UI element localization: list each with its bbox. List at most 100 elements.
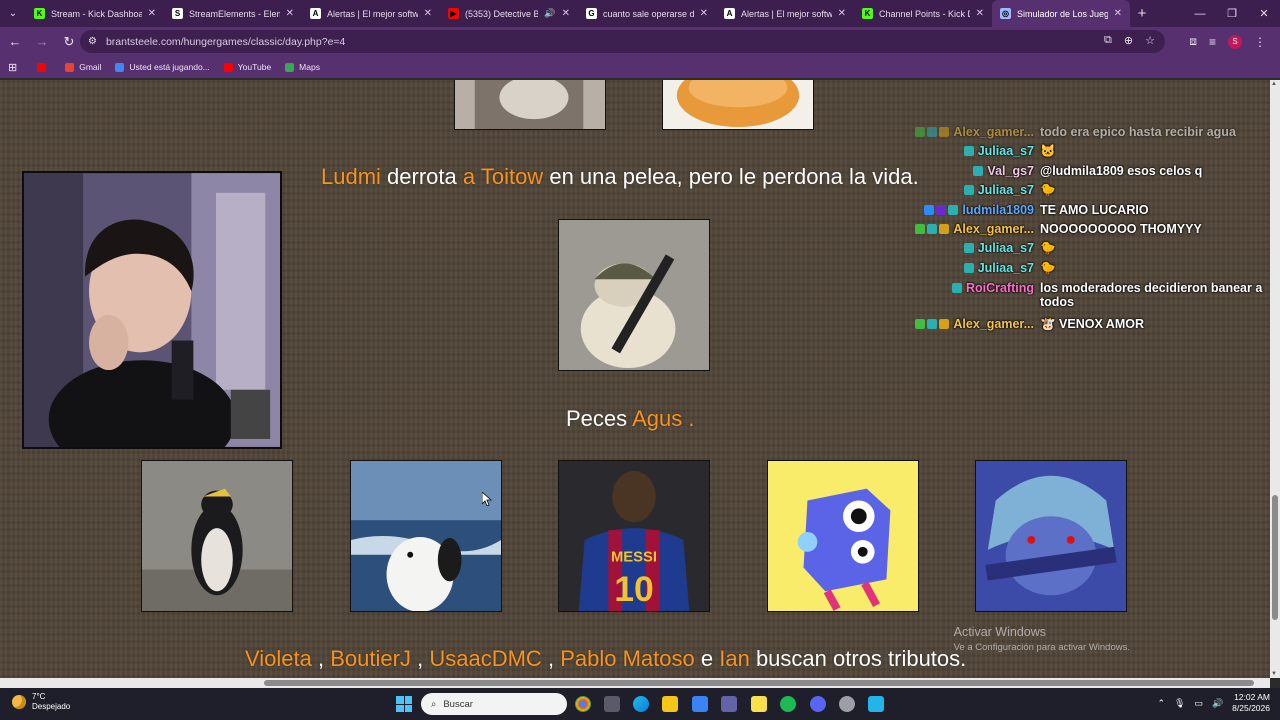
tab-title: (5353) Detective Back — [465, 8, 539, 19]
chrome-icon[interactable] — [575, 696, 591, 712]
chat-badge-icon — [963, 263, 974, 273]
chat-message: Juliaa_s7 🐤 — [900, 261, 1270, 276]
file-explorer-icon[interactable] — [662, 696, 678, 712]
tab-audio-icon[interactable]: 🔊 — [544, 8, 555, 19]
vertical-scroll-thumb[interactable] — [1272, 495, 1278, 620]
vertical-scrollbar[interactable]: ▲ ▼ — [1270, 80, 1280, 678]
horizontal-scroll-thumb[interactable] — [264, 680, 1254, 686]
profile-avatar[interactable]: S — [1228, 34, 1242, 49]
chat-message: Alex_gamer... 🐮 VENOX AMOR — [900, 317, 1270, 332]
tab-favicon-icon: S — [172, 8, 183, 19]
browser-tab[interactable]: ◎ Simulador de Los Juegos ✕ — [992, 0, 1130, 27]
horizontal-scrollbar[interactable] — [0, 678, 1270, 688]
volume-icon[interactable]: 🔊 — [1212, 698, 1223, 709]
restore-icon[interactable]: ❐ — [1216, 0, 1248, 27]
extensions-icon[interactable]: ⧈ — [1189, 34, 1197, 49]
reload-icon[interactable]: ↻ — [57, 30, 81, 54]
browser-tab[interactable]: K Stream - Kick Dashboard ✕ — [26, 0, 164, 27]
tribute-image-pablo-matoso — [767, 460, 919, 612]
chat-badge-icon — [927, 319, 938, 329]
tab-strip: ⌄ K Stream - Kick Dashboard ✕ S StreamElemen… — [0, 0, 1280, 27]
tab-close-icon[interactable]: ✕ — [976, 8, 984, 19]
tribute-image-boutierj — [350, 460, 502, 612]
scroll-up-icon[interactable]: ▲ — [1271, 81, 1277, 87]
chat-username[interactable]: Juliaa_s7 — [978, 144, 1034, 158]
weather-widget[interactable]: 7°C Despejado — [12, 692, 70, 712]
browser-tab[interactable]: K Channel Points - Kick Das ✕ — [854, 0, 992, 27]
network-icon[interactable]: ▭ — [1194, 698, 1203, 709]
tab-close-icon[interactable]: ✕ — [424, 8, 432, 19]
sticky-notes-icon[interactable] — [751, 696, 767, 712]
chat-username[interactable]: Juliaa_s7 — [978, 261, 1034, 275]
chat-username[interactable]: Juliaa_s7 — [978, 183, 1034, 197]
browser-tab[interactable]: ▶ (5353) Detective Back 🔊 ✕ — [440, 0, 578, 27]
obs-icon[interactable] — [839, 696, 855, 712]
microphone-icon[interactable]: 🎙 — [1174, 698, 1185, 709]
chat-username[interactable]: ludmila1809 — [962, 203, 1034, 217]
discord-icon[interactable] — [810, 696, 826, 712]
bookmark-item[interactable]: Usted está jugando... — [115, 62, 210, 72]
tribute-name: Ludmi — [321, 164, 381, 189]
chat-username[interactable]: Juliaa_s7 — [978, 241, 1034, 255]
zoom-icon[interactable]: ⊕ — [1124, 34, 1133, 47]
forward-icon[interactable]: → — [30, 30, 54, 54]
tab-close-icon[interactable]: ✕ — [562, 8, 570, 19]
bookmark-item[interactable] — [37, 62, 51, 72]
tribute-name: Pablo Matoso — [560, 646, 695, 671]
bookmark-item[interactable]: YouTube — [223, 62, 272, 72]
windows-taskbar: 7°C Despejado ⌕ Buscar ⌃ 🎙 ▭ 🔊 12:02 AM … — [0, 688, 1280, 720]
chat-username[interactable]: Alex_gamer... — [953, 222, 1034, 236]
browser-tab[interactable]: A Alertas | El mejor software ✕ — [716, 0, 854, 27]
bookmark-favicon-icon — [37, 62, 47, 72]
windows-start-icon[interactable] — [396, 696, 412, 712]
teams-icon[interactable] — [721, 696, 737, 712]
browser-tab[interactable]: A Alertas | El mejor software ✕ — [302, 0, 440, 27]
site-info-icon[interactable]: ⚙ — [88, 36, 97, 47]
tab-close-icon[interactable]: ✕ — [1114, 8, 1122, 19]
apps-grid-icon[interactable]: ⊞ — [8, 61, 17, 74]
address-bar[interactable]: ⚙ brantsteele.com/hungergames/classic/da… — [80, 30, 1165, 53]
moon-icon — [12, 695, 26, 709]
minimize-icon[interactable]: — — [1184, 0, 1216, 27]
tribute-image-ian — [975, 460, 1127, 612]
tab-search-icon[interactable]: ⌄ — [0, 0, 26, 27]
bookmark-item[interactable]: Maps — [285, 62, 320, 72]
tab-favicon-icon: ▶ — [448, 8, 459, 19]
clock-time: 12:02 AM — [1234, 692, 1270, 702]
conjunction: e — [700, 646, 714, 671]
tab-title: Alertas | El mejor software — [327, 8, 418, 19]
bookmark-star-icon[interactable]: ☆ — [1145, 34, 1155, 47]
tab-close-icon[interactable]: ✕ — [148, 8, 156, 19]
chat-username[interactable]: RoiCrafting — [966, 281, 1034, 295]
app-f-icon[interactable] — [868, 696, 884, 712]
tab-favicon-icon: G — [586, 8, 597, 19]
task-view-icon[interactable] — [604, 696, 620, 712]
taskbar-search[interactable]: ⌕ Buscar — [421, 693, 567, 715]
chat-text: 🐮 VENOX AMOR — [1040, 317, 1144, 331]
new-tab-button[interactable]: + — [1130, 5, 1154, 22]
bookmark-item[interactable]: Gmail — [65, 62, 101, 72]
translate-icon[interactable]: ⧉ — [1104, 34, 1112, 47]
tab-close-icon[interactable]: ✕ — [286, 8, 294, 19]
tray-chevron-icon[interactable]: ⌃ — [1157, 698, 1165, 709]
tab-close-icon[interactable]: ✕ — [700, 8, 708, 19]
browser-tab[interactable]: S StreamElements - Elemen ✕ — [164, 0, 302, 27]
taskbar-clock[interactable]: 12:02 AM 8/25/2026 — [1232, 692, 1270, 714]
chat-text: TE AMO LUCARIO — [1040, 203, 1149, 217]
chat-message: Alex_gamer... NOOOOOOOOO THOMYYY — [900, 222, 1270, 236]
browser-tab[interactable]: Gcuanto sale operarse de la ✕ — [578, 0, 716, 27]
media-controls-icon[interactable]: ≡ — [1209, 35, 1216, 49]
tab-close-icon[interactable]: ✕ — [838, 8, 846, 19]
edge-icon[interactable] — [633, 696, 649, 712]
browser-menu-icon[interactable]: ⋮ — [1254, 35, 1266, 49]
chat-username[interactable]: Alex_gamer... — [953, 125, 1034, 139]
bookmark-label: YouTube — [237, 62, 272, 72]
back-icon[interactable]: ← — [3, 30, 27, 54]
mail-icon[interactable] — [692, 696, 708, 712]
close-window-icon[interactable]: ✕ — [1248, 0, 1280, 27]
spotify-icon[interactable] — [780, 696, 796, 712]
weather-condition: Despejado — [32, 702, 71, 711]
chat-username[interactable]: Val_gs7 — [987, 164, 1034, 178]
chat-username[interactable]: Alex_gamer... — [953, 317, 1034, 331]
scroll-down-icon[interactable]: ▼ — [1271, 671, 1277, 677]
